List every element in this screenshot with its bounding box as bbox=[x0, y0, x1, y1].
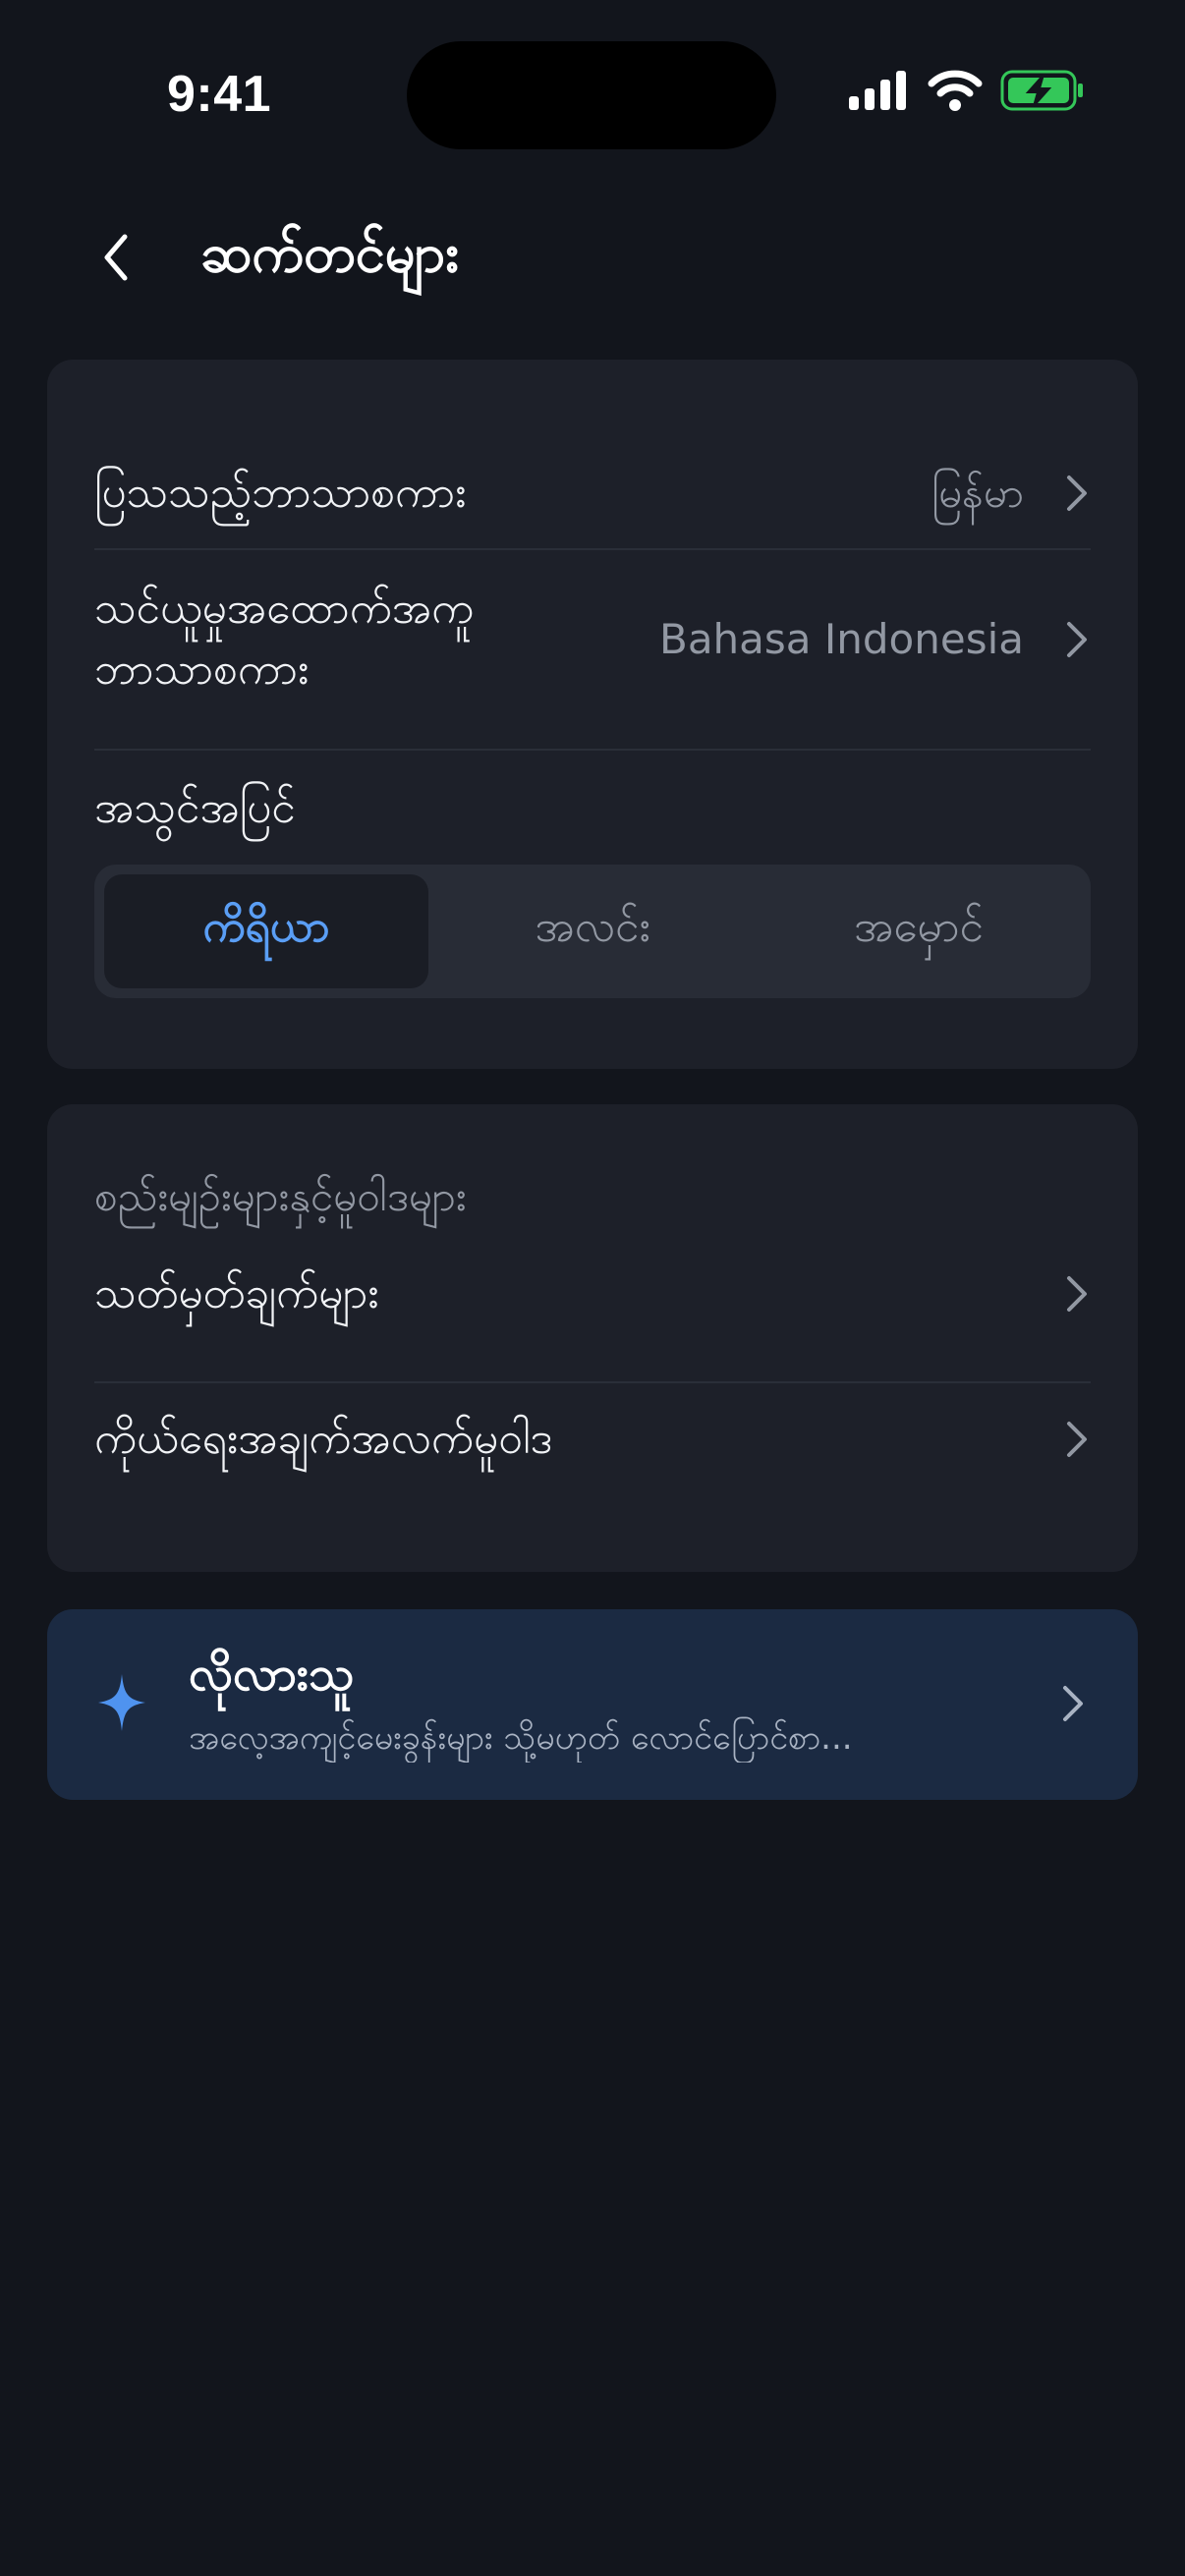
chevron-right-icon bbox=[1063, 1686, 1083, 1721]
back-button[interactable] bbox=[86, 218, 145, 297]
feedback-card[interactable]: လိုလားသူ အလေ့အကျင့်မေးခွန်းများ သို့မဟုတ… bbox=[47, 1609, 1138, 1800]
privacy-policy-row[interactable]: ကိုယ်ရေးအချက်အလက်မူဝါဒ bbox=[94, 1395, 1091, 1484]
privacy-policy-label: ကိုယ်ရေးအချက်အလက်မူဝါဒ bbox=[94, 1414, 553, 1464]
sparkle-icon bbox=[98, 1674, 145, 1731]
preferences-card: ပြသသည့်ဘာသာစကား မြန်မာ သင်ယူမှုအထောက်အကူ… bbox=[47, 360, 1138, 1069]
display-language-row[interactable]: ပြသသည့်ဘာသာစကား မြန်မာ bbox=[94, 444, 1091, 542]
chevron-left-icon bbox=[104, 234, 128, 281]
wifi-icon bbox=[928, 70, 983, 111]
display-language-label: ပြသသည့်ဘာသာစကား bbox=[94, 468, 467, 518]
status-time: 9:41 bbox=[167, 66, 272, 123]
policies-card: စည်းမျဉ်းများနှင့်မူဝါဒများ သတ်မှတ်ချက်မ… bbox=[47, 1104, 1138, 1572]
cellular-signal-icon bbox=[849, 71, 906, 110]
appearance-option-device[interactable]: ကိရိယာ bbox=[104, 874, 428, 988]
appearance-option-light[interactable]: အလင်း bbox=[430, 874, 755, 988]
divider bbox=[94, 1381, 1091, 1383]
appearance-label: အသွင်အပြင် bbox=[94, 783, 296, 833]
appearance-segmented-control: ကိရိယာ အလင်း အမှောင် bbox=[94, 865, 1091, 998]
learning-language-row[interactable]: သင်ယူမှုအထောက်အကူ ဘာသာစကား Bahasa Indone… bbox=[94, 574, 1091, 705]
appearance-option-dark[interactable]: အမှောင် bbox=[757, 874, 1081, 988]
chevron-right-icon bbox=[1067, 622, 1087, 657]
terms-row[interactable]: သတ်မှတ်ချက်များ bbox=[94, 1250, 1091, 1338]
chevron-right-icon bbox=[1067, 476, 1087, 511]
nav-header: ဆက်တင်များ bbox=[0, 187, 1185, 324]
chevron-right-icon bbox=[1067, 1276, 1087, 1312]
settings-screen: 9:41 ဆက်တင်များ ပြသသည့်ဘာသာစကား မြန်မာ သ… bbox=[0, 0, 1185, 2576]
feedback-subtitle: အလေ့အကျင့်မေးခွန်းများ သို့မဟုတ် လောင်ပြ… bbox=[189, 1718, 853, 1758]
page-title: ဆက်တင်များ bbox=[200, 222, 459, 284]
dynamic-island bbox=[407, 41, 776, 149]
divider bbox=[94, 749, 1091, 751]
battery-charging-icon bbox=[1000, 70, 1083, 111]
terms-label: သတ်မှတ်ချက်များ bbox=[94, 1268, 379, 1318]
feedback-title: လိုလားသူ bbox=[189, 1647, 355, 1702]
display-language-value: မြန်မာ bbox=[931, 469, 1024, 517]
learning-language-label: သင်ယူမှုအထောက်အကူ ဘာသာစကား bbox=[94, 584, 475, 695]
divider bbox=[94, 548, 1091, 550]
policies-heading: စည်းမျဉ်းများနှင့်မူဝါဒများ bbox=[94, 1172, 467, 1220]
chevron-right-icon bbox=[1067, 1422, 1087, 1457]
status-bar: 9:41 bbox=[0, 0, 1185, 187]
learning-language-value: Bahasa Indonesia bbox=[659, 615, 1024, 663]
